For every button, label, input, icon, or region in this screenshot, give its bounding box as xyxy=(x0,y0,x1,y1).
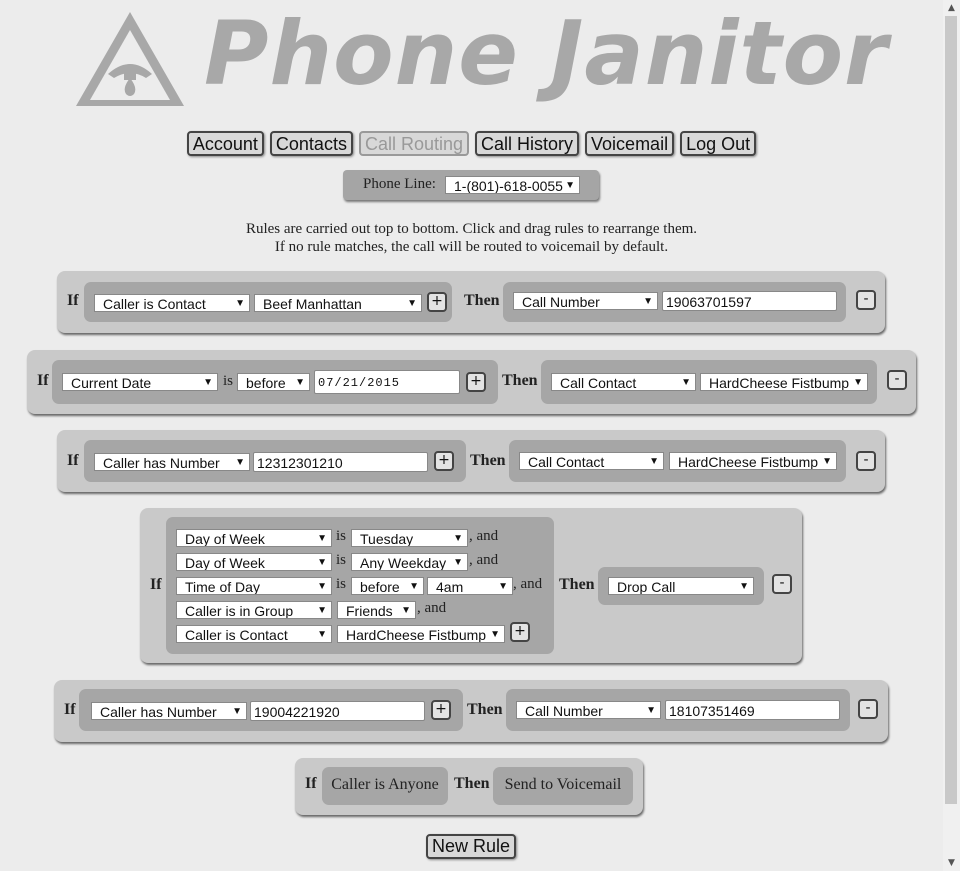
default-rule-card: If Caller is Anyone Then Send to Voicema… xyxy=(295,758,643,815)
add-condition-button[interactable]: + xyxy=(431,700,451,720)
condition-group: Day of Week ▼ is Tuesday ▼ , and Day of We… xyxy=(166,517,554,654)
default-action: Send to Voicemail xyxy=(493,767,633,805)
add-condition-button[interactable]: + xyxy=(510,622,530,642)
and-label: , and xyxy=(469,528,499,544)
then-label: Then xyxy=(502,372,538,389)
if-label: If xyxy=(64,701,76,718)
condition-group: Caller is Contact ▼ Beef Manhattan ▼ + xyxy=(84,282,452,322)
nav-call-routing-button: Call Routing xyxy=(358,131,470,156)
if-label: If xyxy=(67,452,79,469)
rule-card[interactable]: If Day of Week ▼ is Tuesday ▼ , and Day of… xyxy=(140,508,802,663)
action-group: Drop Call ▼ xyxy=(598,567,764,605)
phone-number-input[interactable]: 19063701597 xyxy=(662,291,837,311)
action-group: Call Contact ▼ HardCheese Fistbump ▼ xyxy=(541,360,877,404)
phone-number-input[interactable]: 12312301210 xyxy=(253,452,428,472)
rule-card[interactable]: If Current Date ▼ is before ▼ 07/21/2015 +… xyxy=(27,350,916,414)
and-label: , and xyxy=(469,552,499,568)
chevron-down-icon: ▼ xyxy=(565,180,575,191)
instructions-line-2: If no rule matches, the call will be rou… xyxy=(274,239,669,255)
condition-group: Caller has Number ▼ 12312301210 + xyxy=(84,440,466,482)
condition-group: Caller has Number ▼ 19004221920 + xyxy=(79,689,463,731)
phone-line-label: Phone Line: xyxy=(363,176,436,192)
add-condition-button[interactable]: + xyxy=(466,372,486,392)
condition-type-select[interactable]: Caller is Contact ▼ xyxy=(176,625,332,643)
and-label: , and xyxy=(513,576,543,592)
app-title: Phone Janitor xyxy=(204,2,889,105)
instructions-line-1: Rules are carried out top to bottom. Cli… xyxy=(245,221,698,237)
contact-select[interactable]: HardCheese Fistbump ▼ xyxy=(669,452,837,470)
nav-log-out-button[interactable]: Log Out xyxy=(680,131,757,156)
if-label: If xyxy=(150,576,162,593)
condition-type-select[interactable]: Caller has Number ▼ xyxy=(94,453,250,471)
then-label: Then xyxy=(559,576,595,593)
phone-number-input[interactable]: 19004221920 xyxy=(250,701,425,721)
operator-select[interactable]: before ▼ xyxy=(351,577,424,595)
is-label: is xyxy=(336,576,347,592)
action-type-select[interactable]: Drop Call ▼ xyxy=(608,577,754,595)
nav-call-history-button[interactable]: Call History xyxy=(475,131,580,156)
date-input[interactable]: 07/21/2015 xyxy=(314,370,460,394)
nav-contacts-button[interactable]: Contacts xyxy=(269,131,353,156)
and-label: , and xyxy=(417,600,447,616)
default-condition: Caller is Anyone xyxy=(322,767,448,805)
condition-type-select[interactable]: Day of Week ▼ xyxy=(176,553,332,571)
contact-select[interactable]: HardCheese Fistbump ▼ xyxy=(700,373,868,391)
action-group: Call Contact ▼ HardCheese Fistbump ▼ xyxy=(509,440,846,482)
header: Phone Janitor xyxy=(72,2,892,110)
phone-number-input[interactable]: 18107351469 xyxy=(665,700,840,720)
nav-account-button[interactable]: Account xyxy=(186,131,264,156)
condition-type-select[interactable]: Current Date ▼ xyxy=(62,373,218,391)
phone-line-select[interactable]: 1-(801)-618-0055 ▼ xyxy=(445,176,580,194)
then-label: Then xyxy=(467,701,503,718)
if-label: If xyxy=(305,775,317,792)
then-label: Then xyxy=(470,452,506,469)
remove-rule-button[interactable]: - xyxy=(772,574,792,594)
new-rule-button[interactable]: New Rule xyxy=(426,834,517,859)
action-group: Call Number ▼ 19063701597 xyxy=(503,282,846,322)
remove-rule-button[interactable]: - xyxy=(856,290,876,310)
main-nav: Account Contacts Call Routing Call Histo… xyxy=(0,131,943,156)
if-label: If xyxy=(37,372,49,389)
add-condition-button[interactable]: + xyxy=(427,292,447,312)
then-label: Then xyxy=(454,775,490,792)
is-label: is xyxy=(336,528,347,544)
is-label: is xyxy=(336,552,347,568)
add-condition-button[interactable]: + xyxy=(434,451,454,471)
scrollbar-thumb[interactable] xyxy=(945,16,957,804)
condition-type-select[interactable]: Time of Day ▼ xyxy=(176,577,332,595)
remove-rule-button[interactable]: - xyxy=(858,699,878,719)
remove-rule-button[interactable]: - xyxy=(856,451,876,471)
scroll-up-arrow-icon[interactable]: ▲ xyxy=(943,0,960,16)
action-type-select[interactable]: Call Contact ▼ xyxy=(519,452,664,470)
remove-rule-button[interactable]: - xyxy=(887,370,907,390)
logo-phone-icon xyxy=(76,12,184,106)
day-select[interactable]: Any Weekday ▼ xyxy=(351,553,468,571)
then-label: Then xyxy=(464,292,500,309)
action-type-select[interactable]: Call Contact ▼ xyxy=(551,373,696,391)
day-select[interactable]: Tuesday ▼ xyxy=(351,529,468,547)
operator-select[interactable]: before ▼ xyxy=(237,373,310,391)
contact-select[interactable]: Beef Manhattan ▼ xyxy=(254,294,422,312)
condition-type-select[interactable]: Caller has Number ▼ xyxy=(91,702,247,720)
if-label: If xyxy=(67,292,79,309)
action-type-select[interactable]: Call Number ▼ xyxy=(513,292,658,310)
action-group: Call Number ▼ 18107351469 xyxy=(506,689,850,731)
condition-type-select[interactable]: Caller is in Group ▼ xyxy=(176,601,332,619)
phone-line-panel: Phone Line: 1-(801)-618-0055 ▼ xyxy=(343,170,599,200)
scrollbar[interactable]: ▲ ▼ xyxy=(943,0,960,871)
rule-card[interactable]: If Caller has Number ▼ 19004221920 + Then… xyxy=(54,680,888,742)
condition-group: Current Date ▼ is before ▼ 07/21/2015 + xyxy=(52,360,498,404)
instructions: Rules are carried out top to bottom. Cli… xyxy=(0,220,943,256)
group-select[interactable]: Friends ▼ xyxy=(337,601,416,619)
action-type-select[interactable]: Call Number ▼ xyxy=(516,701,661,719)
scroll-down-arrow-icon[interactable]: ▼ xyxy=(943,855,960,871)
contact-select[interactable]: HardCheese Fistbump ▼ xyxy=(337,625,505,643)
rule-card[interactable]: If Caller is Contact ▼ Beef Manhattan ▼ + … xyxy=(57,271,885,333)
nav-voicemail-button[interactable]: Voicemail xyxy=(585,131,675,156)
condition-type-select[interactable]: Day of Week ▼ xyxy=(176,529,332,547)
time-select[interactable]: 4am ▼ xyxy=(427,577,513,595)
is-label: is xyxy=(223,373,234,389)
rule-card[interactable]: If Caller has Number ▼ 12312301210 + Then… xyxy=(57,430,885,492)
condition-type-select[interactable]: Caller is Contact ▼ xyxy=(94,294,250,312)
